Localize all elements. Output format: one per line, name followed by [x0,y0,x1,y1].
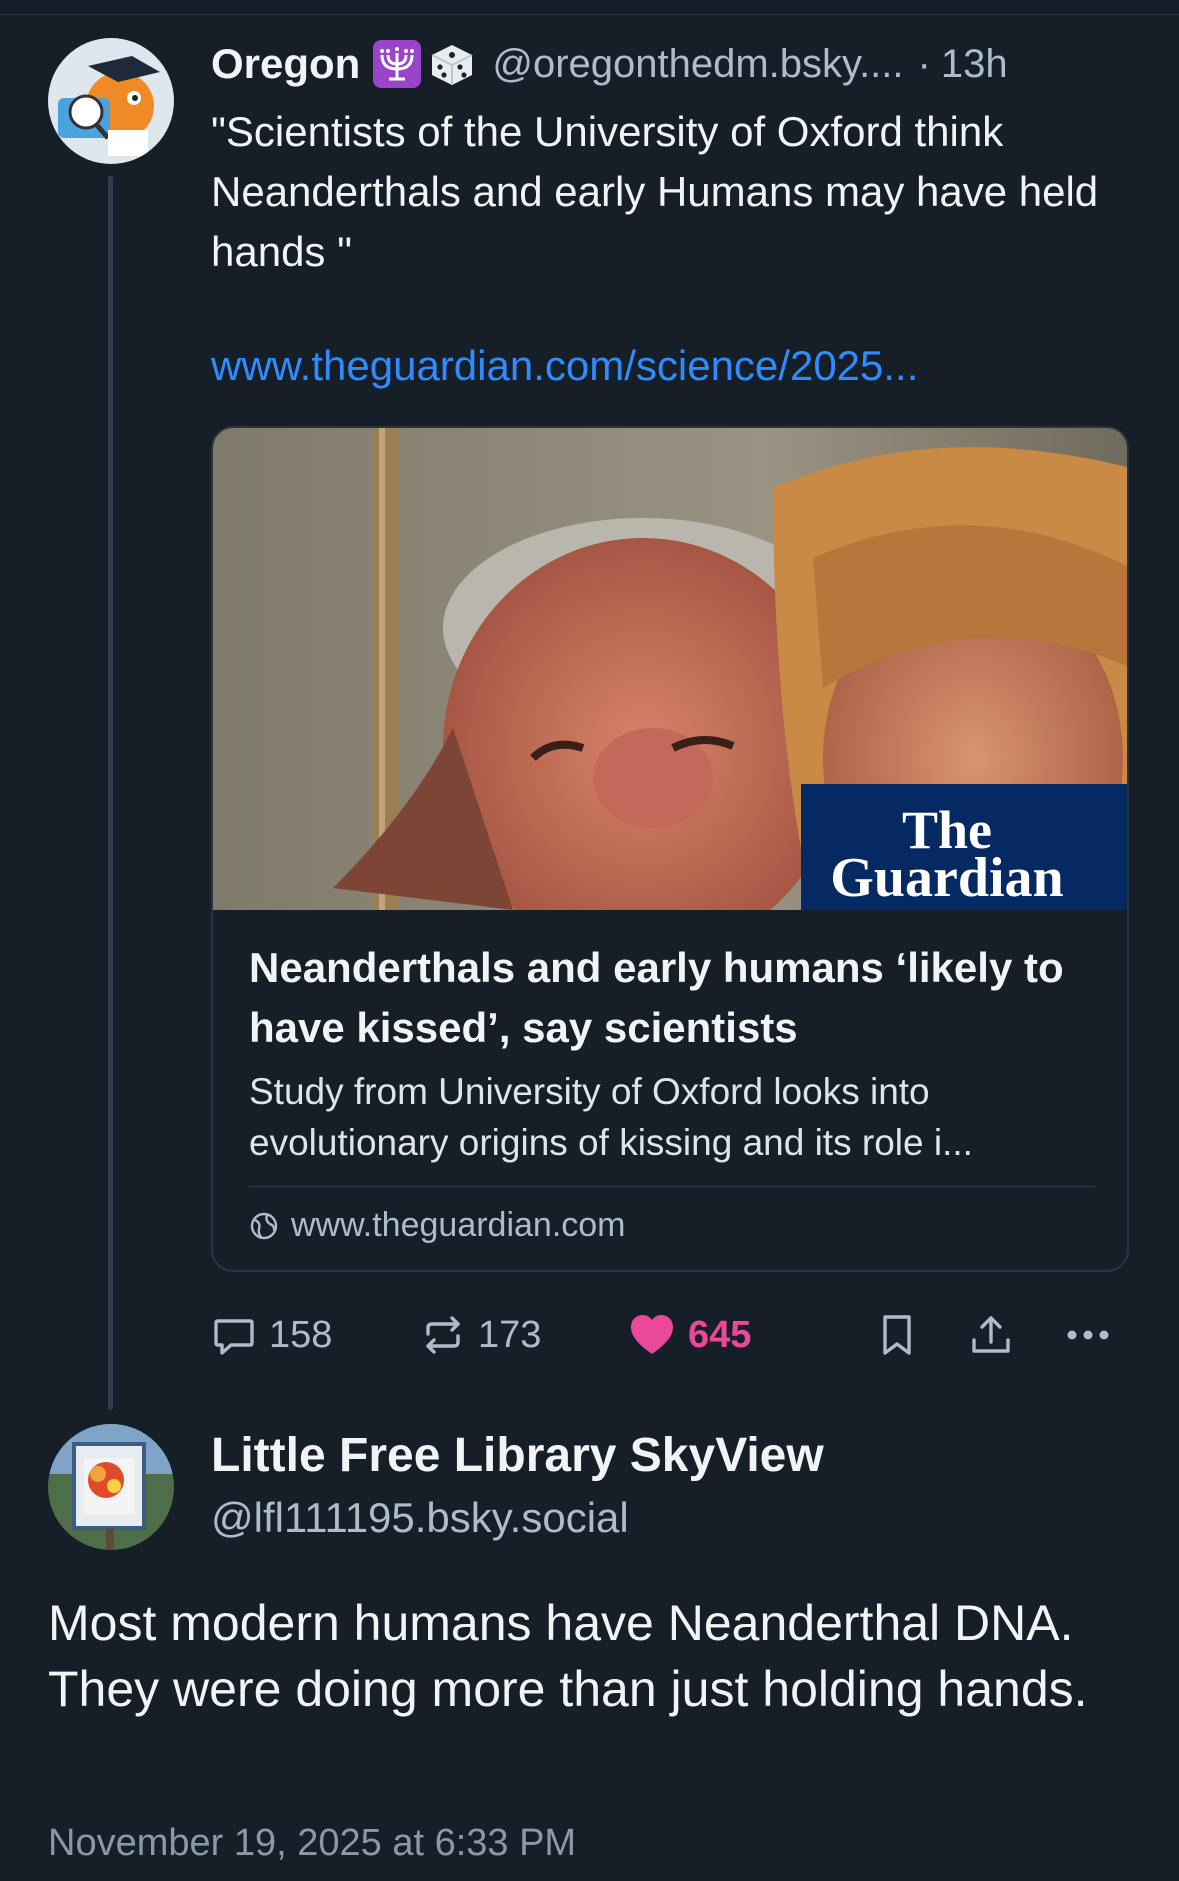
post-actions: 158 173 645 [0,1308,1179,1362]
oregon-avatar[interactable] [48,38,174,164]
reply-timestamp: November 19, 2025 at 6:33 PM [48,1822,577,1864]
reply-count: 158 [269,1313,333,1356]
repost-button[interactable]: 173 [420,1308,541,1362]
author-handle[interactable]: @oregonthedm.bsky.... [492,42,903,87]
top-divider [0,14,1179,15]
share-icon [972,1316,1010,1353]
reply-text: Most modern humans have Neanderthal DNA.… [48,1595,1088,1717]
globe-icon [249,1211,279,1241]
guardian-logo-line2: Guardian [830,847,1063,909]
more-icon [1067,1330,1109,1340]
card-domain-row: www.theguardian.com [249,1206,626,1245]
separator-dot: · [917,41,931,86]
card-description: Study from University of Oxford looks in… [249,1071,973,1163]
thread-line [108,176,113,1410]
reply-author-name[interactable]: Little Free Library SkyView [211,1428,824,1483]
more-button[interactable] [1064,1308,1112,1362]
reply-icon [214,1319,254,1355]
share-button[interactable] [968,1308,1014,1362]
reply-author-handle[interactable]: @lfl111195.bsky.social [211,1494,629,1542]
like-button[interactable]: 645 [628,1308,751,1362]
like-count: 645 [688,1313,752,1356]
link-card[interactable]: The Guardian Neanderthals and early huma… [211,426,1129,1272]
bookmark-button[interactable] [874,1308,920,1362]
author-name[interactable]: Oregon [211,40,360,88]
post-link[interactable]: www.theguardian.com/science/2025... [211,342,918,390]
card-image: The Guardian [213,428,1127,958]
card-divider [249,1186,1095,1187]
post-text: "Scientists of the University of Oxford … [211,108,1099,275]
dice-emoji-icon [426,39,476,89]
library-avatar[interactable] [48,1424,174,1550]
repost-icon [426,1316,460,1354]
card-domain: www.theguardian.com [291,1206,626,1244]
post-time[interactable]: 13h [941,42,1008,87]
menorah-emoji-icon [372,39,422,89]
post-header: Oregon @oregonthedm.bsky.... · 13h [211,34,1008,94]
reply-button[interactable]: 158 [211,1308,332,1362]
repost-count: 173 [478,1313,542,1356]
heart-icon [631,1315,673,1354]
bookmark-icon [883,1315,911,1355]
card-title: Neanderthals and early humans ‘likely to… [249,944,1064,1051]
